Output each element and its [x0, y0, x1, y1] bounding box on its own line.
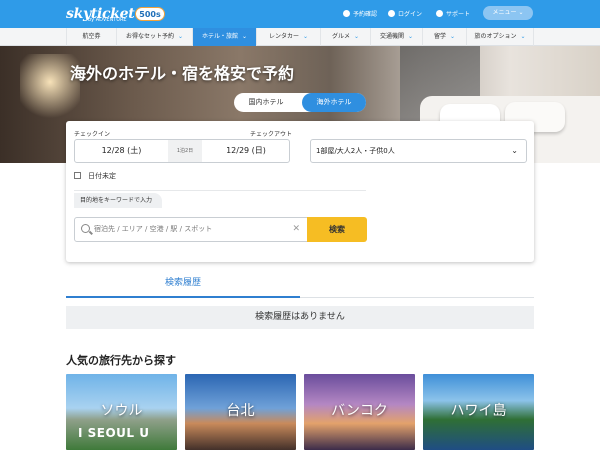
- checkout-label: チェックアウト: [250, 131, 293, 138]
- support-link[interactable]: サポート: [436, 9, 470, 18]
- nav-item-set-deals[interactable]: お得なセット予約 ⌄: [116, 28, 192, 46]
- seoul-sign: I SEOUL U: [78, 426, 150, 440]
- destination-name: ハワイ島: [450, 403, 507, 419]
- main-nav: 航空券 お得なセット予約 ⌄ ホテル・旅館 ⌄ レンタカー ⌄ グルメ ⌄ 交通機関 ⌄ …: [0, 28, 600, 46]
- chevron-down-icon: ⌄: [511, 146, 518, 155]
- nav-item-rental-car[interactable]: レンタカー ⌄: [256, 28, 320, 46]
- anniversary-badge[interactable]: 500s: [135, 7, 165, 21]
- hero-title: 海外のホテル・宿を格安で予約: [70, 64, 295, 83]
- destination-card-hawaii[interactable]: ハワイ島: [423, 374, 534, 450]
- user-icon: [388, 10, 395, 17]
- tab-domestic-hotel[interactable]: 国内ホテル: [234, 93, 298, 112]
- document-icon: [343, 10, 350, 17]
- chevron-down-icon: ⌄: [353, 33, 360, 40]
- tab-overseas-hotel[interactable]: 海外ホテル: [302, 93, 366, 112]
- nav-item-flights[interactable]: 航空券: [66, 28, 116, 46]
- destination-card-taipei[interactable]: 台北: [185, 374, 296, 450]
- destination-name: 台北: [226, 403, 255, 419]
- header-bar: skyticket by ADVENTURE 500s 予約確認 ログイン サポ…: [0, 0, 600, 28]
- chevron-down-icon: ⌄: [407, 33, 414, 40]
- menu-button[interactable]: メニュー ⌄: [483, 6, 533, 20]
- chevron-down-icon: ⌄: [518, 9, 524, 16]
- logo-subtext: by ADVENTURE: [88, 17, 127, 23]
- destination-card-seoul[interactable]: ソウル I SEOUL U: [66, 374, 177, 450]
- chevron-down-icon: ⌄: [177, 33, 184, 40]
- close-icon[interactable]: ✕: [292, 218, 300, 241]
- chevron-down-icon: ⌄: [520, 33, 526, 40]
- chevron-down-icon: ⌄: [449, 33, 456, 40]
- checkin-label: チェックイン: [74, 131, 111, 138]
- search-card: チェックイン チェックアウト 12/28 (土) 1泊2日 12/29 (日) …: [66, 121, 534, 262]
- checkin-date[interactable]: 12/28 (土): [75, 140, 168, 162]
- nights-badge: 1泊2日: [168, 140, 202, 162]
- history-empty-message: 検索履歴はありません: [66, 306, 534, 329]
- destination-name: ソウル: [100, 403, 143, 419]
- nav-item-study-abroad[interactable]: 留学 ⌄: [422, 28, 466, 46]
- logo[interactable]: skyticket by ADVENTURE: [66, 3, 135, 23]
- date-undecided-label[interactable]: 日付未定: [88, 171, 116, 181]
- checkout-date[interactable]: 12/29 (日): [202, 140, 290, 162]
- nav-item-transport[interactable]: 交通機関 ⌄: [370, 28, 422, 46]
- chevron-down-icon: ⌄: [302, 33, 309, 40]
- date-undecided-checkbox[interactable]: [74, 172, 81, 179]
- nav-item-gourmet[interactable]: グルメ ⌄: [320, 28, 370, 46]
- question-icon: [436, 10, 443, 17]
- hotel-type-toggle: 国内ホテル 海外ホテル: [234, 93, 366, 112]
- search-placeholder: 宿泊先 / エリア / 空港 / 駅 / スポット: [94, 225, 213, 233]
- popular-destinations-title: 人気の旅行先から探す: [66, 354, 176, 367]
- destination-card-bangkok[interactable]: バンコク: [304, 374, 415, 450]
- reservation-check-link[interactable]: 予約確認: [343, 9, 377, 18]
- destination-search-input[interactable]: 宿泊先 / エリア / 空港 / 駅 / スポット ✕: [74, 217, 308, 242]
- destination-name: バンコク: [331, 403, 388, 419]
- tab-search-history[interactable]: 検索履歴: [66, 275, 300, 298]
- guests-select[interactable]: 1部屋/大人2人・子供0人 ⌄: [310, 139, 527, 163]
- nav-item-travel-options[interactable]: 旅のオプション ⌄: [466, 28, 534, 46]
- nav-item-hotels[interactable]: ホテル・旅館 ⌄: [192, 28, 256, 46]
- login-link[interactable]: ログイン: [388, 9, 422, 18]
- search-icon: [81, 224, 90, 233]
- keyword-tab[interactable]: 目的地をキーワードで入力: [74, 193, 163, 208]
- date-range-field[interactable]: 12/28 (土) 1泊2日 12/29 (日): [74, 139, 290, 163]
- chevron-down-icon: ⌄: [241, 33, 248, 40]
- search-button[interactable]: 検索: [307, 217, 367, 242]
